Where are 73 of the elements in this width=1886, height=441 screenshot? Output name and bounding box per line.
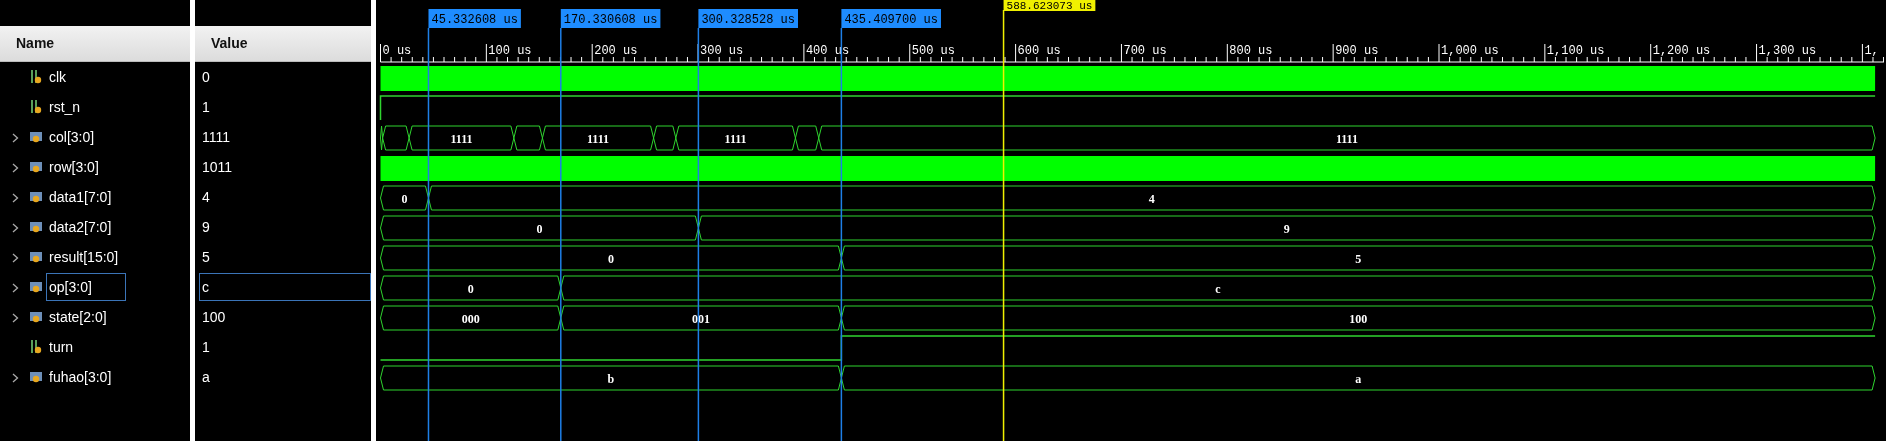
signal-value[interactable]: 100 [199,303,229,331]
signal-name[interactable]: fuhao[3:0] [46,363,115,391]
marker-flag[interactable]: 435.409700 us [841,9,941,28]
bus-signal-icon [30,280,42,294]
bus-signal-icon [30,130,42,144]
waveform-value: 100 [1349,312,1368,326]
signal-value[interactable]: 5 [199,243,213,271]
waveform-value: 0 [401,192,408,206]
bus-signal-icon [30,370,42,384]
waveform-value: 0 [607,252,614,266]
waveform-value: 1111 [587,132,610,146]
marker-line[interactable] [427,27,430,441]
cursor-line[interactable] [1002,9,1005,441]
column-header[interactable]: Value [211,33,248,54]
tick-label: 0 us [382,44,412,58]
tick-label: 700 us [1123,44,1167,58]
bus-signal-icon [30,250,42,264]
signal-name[interactable]: op[3:0] [46,273,126,301]
signal-name[interactable]: row[3:0] [46,153,102,181]
signal-value[interactable]: 1 [199,93,213,121]
waveform-value: 0 [536,222,543,236]
marker-line[interactable] [560,27,562,441]
tick-label: 100 us [488,44,532,58]
signal-name[interactable]: data1[7:0] [46,183,115,211]
tick-label: 500 us [911,44,955,58]
bit-signal-icon [30,340,42,354]
tick-label: 1,300 us [1758,44,1817,58]
bus-signal-icon [30,190,42,204]
bit-signal-icon [30,100,42,114]
waveform-value: 000 [461,312,480,326]
signal-value[interactable]: 9 [199,213,213,241]
marker-flag[interactable]: 170.330608 us [560,9,661,28]
tick-label: 800 us [1229,44,1273,58]
waveform-value: b [607,372,615,386]
tick-label: 900 us [1335,44,1379,58]
signal-value[interactable]: 1111 [199,123,234,151]
signal-value[interactable]: 0 [199,63,213,91]
tick-label: 1, [1864,44,1879,58]
tick-label: 1,100 us [1546,44,1605,58]
signal-name[interactable]: col[3:0] [46,123,98,151]
cursor-flag[interactable]: 588.623073 us [1003,0,1096,12]
waveform-value: 0 [467,282,474,296]
signal-value[interactable]: c [199,273,371,301]
signal-name[interactable]: turn [46,333,77,361]
signal-value[interactable]: 4 [199,183,213,211]
marker-flag[interactable]: 300.328528 us [698,9,798,28]
waveform-value: 1111 [1335,132,1358,146]
tick-label: 300 us [700,44,744,58]
signal-name[interactable]: result[15:0] [46,243,122,271]
bit-signal-icon [30,70,42,84]
waveform-value: 4 [1148,192,1155,206]
signal-name[interactable]: clk [46,63,70,91]
tick-label: 600 us [1017,44,1061,58]
marker-flag[interactable]: 45.332608 us [428,9,521,28]
bus-signal-icon [30,220,42,234]
bus-signal-icon [30,160,42,174]
waveform-value: 5 [1355,252,1362,266]
tick-label: 200 us [594,44,638,58]
signal-value[interactable]: 1011 [199,153,236,181]
tick-label: 1,200 us [1652,44,1711,58]
signal-value[interactable]: 1 [199,333,213,361]
column-header[interactable]: Name [16,33,55,54]
signal-value[interactable]: a [199,363,213,391]
signal-name[interactable]: rst_n [46,93,84,121]
bus-signal-icon [30,310,42,324]
waveform-value: c [1215,282,1221,296]
waveform-value: 1111 [450,132,473,146]
tick-label: 1,000 us [1441,44,1499,58]
waveform-value: 9 [1283,222,1290,236]
signal-name[interactable]: state[2:0] [46,303,110,331]
waveform-value: 1111 [724,132,747,146]
signal-name[interactable]: data2[7:0] [46,213,115,241]
waveform-value: a [1355,372,1362,386]
